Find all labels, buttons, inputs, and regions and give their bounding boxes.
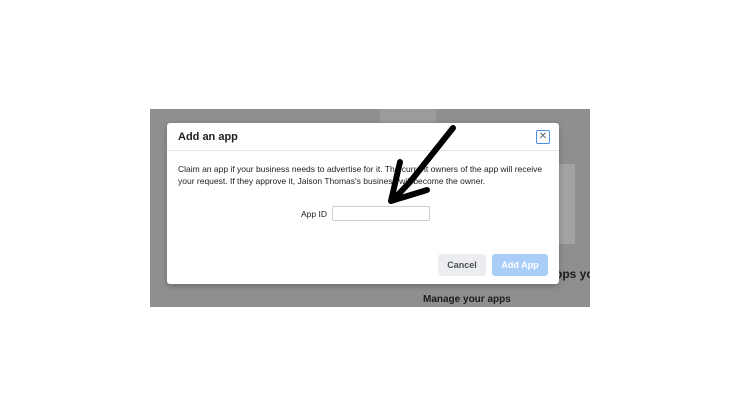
app-id-input[interactable] (332, 206, 430, 221)
add-app-button[interactable]: Add App (492, 254, 548, 276)
cancel-button[interactable]: Cancel (438, 254, 486, 276)
dialog-title: Add an app (178, 131, 238, 143)
background-heading: pps yo (555, 267, 590, 281)
header-divider (167, 150, 559, 151)
close-button[interactable]: ✕ (536, 130, 550, 144)
app-id-label: App ID (301, 209, 327, 219)
close-icon: ✕ (538, 131, 548, 142)
add-app-dialog: Add an app ✕ Claim an app if your busine… (167, 123, 559, 284)
manage-apps-label: Manage your apps (423, 294, 511, 305)
dialog-description: Claim an app if your business needs to a… (178, 164, 543, 186)
